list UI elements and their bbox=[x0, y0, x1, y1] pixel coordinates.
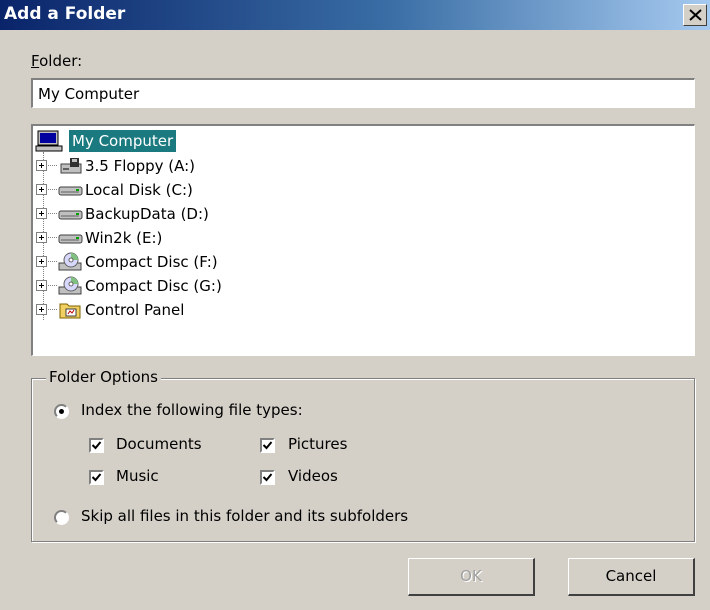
pictures-label: Pictures bbox=[288, 435, 348, 453]
expand-icon[interactable] bbox=[36, 280, 47, 291]
expand-icon[interactable] bbox=[36, 232, 47, 243]
tree-item-label: Compact Disc (F:) bbox=[85, 253, 218, 271]
documents-label: Documents bbox=[116, 435, 202, 453]
tree-item-backupdata-d[interactable]: BackupData (D:) bbox=[33, 202, 433, 226]
skip-files-radio[interactable] bbox=[54, 510, 69, 525]
control-panel-icon bbox=[59, 303, 81, 319]
cd-drive-icon bbox=[58, 252, 82, 271]
tree-item-label: BackupData (D:) bbox=[85, 205, 209, 223]
videos-label: Videos bbox=[288, 467, 338, 485]
expand-icon[interactable] bbox=[36, 304, 47, 315]
tree-item-floppy-a[interactable]: 3.5 Floppy (A:) bbox=[33, 154, 433, 178]
tree-item-label: Local Disk (C:) bbox=[85, 181, 193, 199]
music-label: Music bbox=[116, 467, 159, 485]
folder-tree[interactable]: My Computer 3.5 Floppy (A:) Local Disk (… bbox=[31, 124, 695, 356]
cancel-button[interactable]: Cancel bbox=[568, 558, 695, 596]
hard-disk-icon bbox=[58, 186, 83, 196]
hard-disk-icon bbox=[58, 210, 83, 220]
tree-item-local-disk-c[interactable]: Local Disk (C:) bbox=[33, 178, 433, 202]
ok-button[interactable]: OK bbox=[408, 558, 535, 596]
floppy-drive-icon bbox=[60, 158, 82, 174]
tree-item-compact-disc-f[interactable]: Compact Disc (F:) bbox=[33, 250, 433, 274]
index-file-types-label: Index the following file types: bbox=[81, 401, 303, 419]
computer-icon bbox=[35, 130, 63, 152]
documents-checkbox[interactable] bbox=[89, 438, 104, 453]
tree-root-label: My Computer bbox=[69, 130, 177, 152]
tree-item-control-panel[interactable]: Control Panel bbox=[33, 298, 433, 322]
tree-item-label: 3.5 Floppy (A:) bbox=[85, 157, 196, 175]
index-file-types-radio[interactable] bbox=[54, 404, 69, 419]
cd-drive-icon bbox=[58, 276, 82, 295]
expand-icon[interactable] bbox=[36, 208, 47, 219]
folder-input[interactable] bbox=[31, 78, 695, 108]
tree-item-compact-disc-g[interactable]: Compact Disc (G:) bbox=[33, 274, 433, 298]
tree-item-label: Win2k (E:) bbox=[85, 229, 163, 247]
folder-label: Folder: bbox=[31, 52, 83, 70]
pictures-checkbox[interactable] bbox=[260, 438, 275, 453]
music-checkbox[interactable] bbox=[89, 470, 104, 485]
checkmark-icon bbox=[262, 473, 273, 482]
skip-files-label: Skip all files in this folder and its su… bbox=[81, 507, 409, 525]
window-title: Add a Folder bbox=[4, 4, 126, 24]
checkmark-icon bbox=[91, 441, 102, 450]
hard-disk-icon bbox=[58, 234, 83, 244]
expand-icon[interactable] bbox=[36, 160, 47, 171]
tree-item-win2k-e[interactable]: Win2k (E:) bbox=[33, 226, 433, 250]
expand-icon[interactable] bbox=[36, 256, 47, 267]
title-bar[interactable]: Add a Folder bbox=[0, 0, 710, 30]
folder-options-group: Folder Options Index the following file … bbox=[31, 368, 695, 542]
tree-item-label: Compact Disc (G:) bbox=[85, 277, 222, 295]
videos-checkbox[interactable] bbox=[260, 470, 275, 485]
tree-item-label: Control Panel bbox=[85, 301, 185, 319]
folder-options-legend: Folder Options bbox=[46, 368, 161, 386]
expand-icon[interactable] bbox=[36, 184, 47, 195]
checkmark-icon bbox=[262, 441, 273, 450]
close-button[interactable] bbox=[683, 4, 707, 26]
checkmark-icon bbox=[91, 473, 102, 482]
close-icon bbox=[689, 9, 702, 21]
